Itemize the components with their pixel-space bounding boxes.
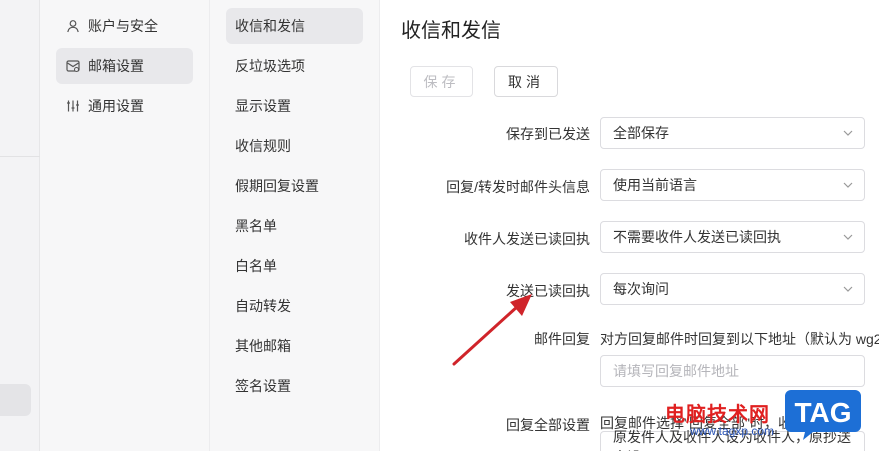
nav2-signature-settings[interactable]: 签名设置 [226,368,363,404]
nav2-auto-forward[interactable]: 自动转发 [226,288,363,324]
cancel-button[interactable]: 取消 [494,66,558,97]
save-sent-value: 全部保存 [613,125,669,141]
nav-general-settings[interactable]: 通用设置 [56,88,193,124]
sliders-icon [67,100,79,112]
reply-to-label: 邮件回复 [534,331,590,347]
chevron-down-icon [843,234,853,240]
watermark-text: 电脑技术网 [665,404,770,426]
left-strip [0,0,40,451]
reply-to-input[interactable] [600,355,865,387]
save-button[interactable]: 保存 [410,66,473,97]
nav2-whitelist[interactable]: 白名单 [226,248,363,284]
nav2-display-settings[interactable]: 显示设置 [226,88,363,124]
left-strip-selected-item[interactable] [0,384,31,416]
primary-nav: 账户与安全 邮箱设置 通用设置 [40,0,210,451]
save-sent-select[interactable]: 全部保存 [600,117,865,149]
annotation-arrow [452,294,532,366]
nav-mailbox-settings[interactable]: 邮箱设置 [56,48,193,84]
settings-panel: 收信和发信 保存 取消 保存到已发送 全部保存 回复/转发时邮件头信息 使用当前… [380,0,879,451]
nav2-inbox-rules[interactable]: 收信规则 [226,128,363,164]
save-sent-label: 保存到已发送 [506,126,590,142]
send-receipt-value: 每次询问 [613,281,669,297]
nav-account-security[interactable]: 账户与安全 [56,8,193,44]
reply-all-label: 回复全部设置 [506,417,590,433]
recipient-receipt-select[interactable]: 不需要收件人发送已读回执 [600,221,865,253]
nav2-anti-spam[interactable]: 反垃圾选项 [226,48,363,84]
chevron-down-icon [843,130,853,136]
nav2-other-mailboxes[interactable]: 其他邮箱 [226,328,363,364]
chevron-down-icon [843,182,853,188]
reply-header-value: 使用当前语言 [613,177,697,193]
watermark-logo-text: TAG [794,397,851,428]
chevron-down-icon [843,286,853,292]
nav-mailbox-settings-label: 邮箱设置 [88,58,144,74]
watermark-logo: TAG [785,390,861,440]
recipient-receipt-label: 收件人发送已读回执 [464,231,590,247]
nav2-receive-send[interactable]: 收信和发信 [226,8,363,44]
nav-general-settings-label: 通用设置 [88,98,144,114]
page-title: 收信和发信 [401,20,501,42]
mailbox-settings-icon [66,60,80,72]
reply-to-description: 对方回复邮件时回复到以下地址（默认为 wg2 [600,331,879,347]
reply-header-select[interactable]: 使用当前语言 [600,169,865,201]
nav-account-security-label: 账户与安全 [88,18,158,34]
left-strip-divider [0,156,40,157]
watermark-url: www.tagxp.com [690,424,775,438]
secondary-nav: 收信和发信 反垃圾选项 显示设置 收信规则 假期回复设置 黑名单 白名单 自动转… [210,0,380,451]
nav2-blacklist[interactable]: 黑名单 [226,208,363,244]
reply-header-label: 回复/转发时邮件头信息 [446,179,590,195]
user-icon [67,20,79,33]
recipient-receipt-value: 不需要收件人发送已读回执 [613,229,781,245]
send-receipt-select[interactable]: 每次询问 [600,273,865,305]
nav2-vacation-reply[interactable]: 假期回复设置 [226,168,363,204]
